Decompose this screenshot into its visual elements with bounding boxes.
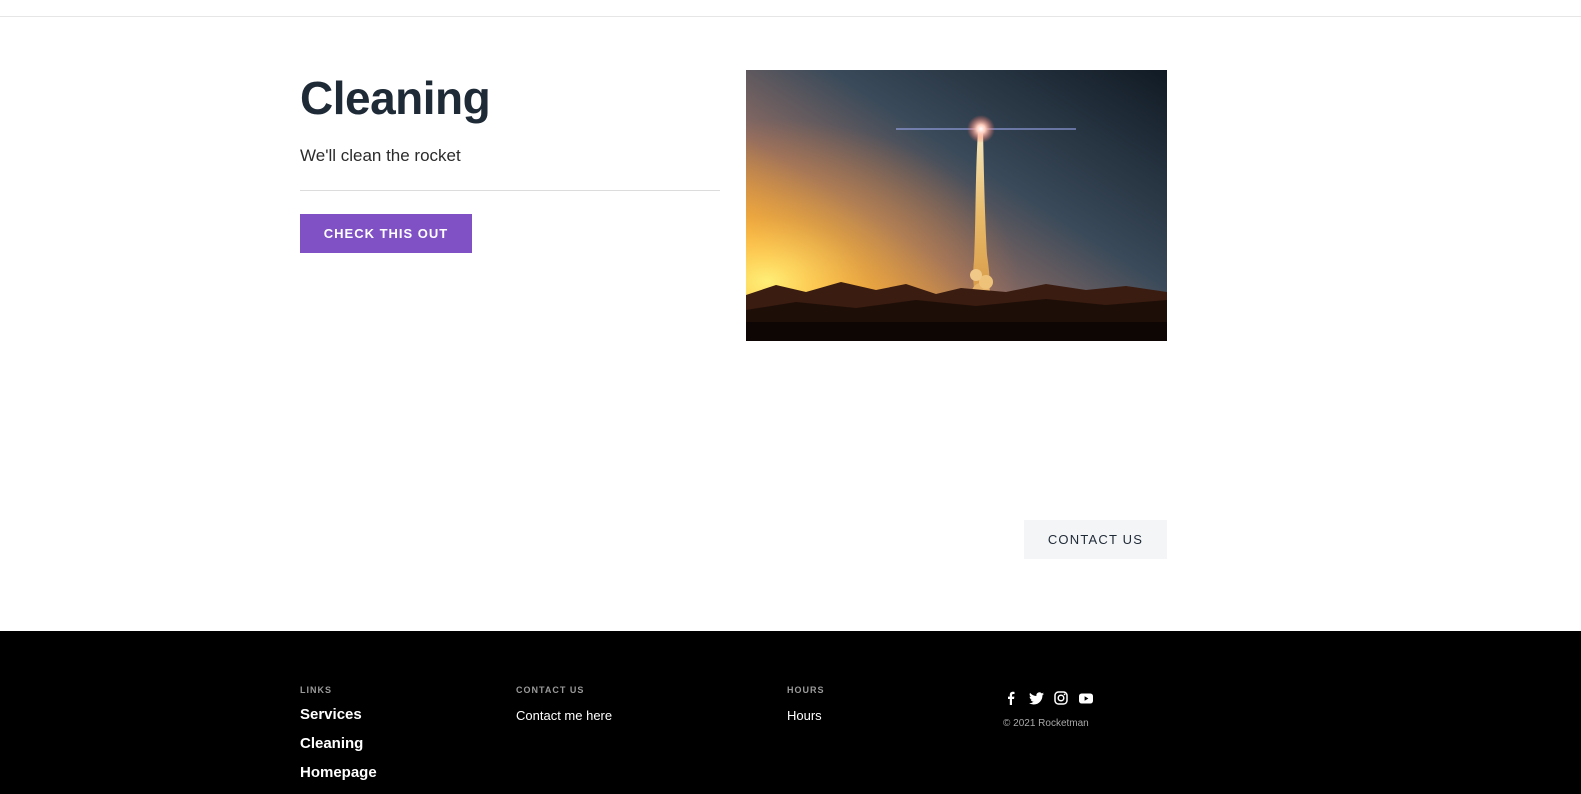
instagram-icon[interactable] <box>1053 690 1069 706</box>
footer-link-cleaning[interactable]: Cleaning <box>300 735 377 753</box>
site-footer: LINKS Services Cleaning Homepage CONTACT… <box>0 631 1581 794</box>
hero-content: Cleaning We'll clean the rocket CHECK TH… <box>300 70 720 253</box>
page-title: Cleaning <box>300 72 491 124</box>
check-this-out-button[interactable]: CHECK THIS OUT <box>300 214 472 253</box>
footer-links-heading: LINKS <box>300 685 332 695</box>
facebook-icon[interactable] <box>1003 690 1019 706</box>
footer-hours-heading: HOURS <box>787 685 825 695</box>
footer-link-contact[interactable]: Contact me here <box>516 707 612 725</box>
footer-link-hours[interactable]: Hours <box>787 707 825 725</box>
page-subtitle: We'll clean the rocket <box>300 146 461 165</box>
hero-image <box>746 70 1167 341</box>
footer-contact-column: CONTACT US Contact me here <box>516 685 612 725</box>
divider <box>300 190 720 191</box>
rocket-launch-image <box>746 70 1167 341</box>
contact-us-button[interactable]: CONTACT US <box>1024 520 1167 559</box>
footer-link-homepage[interactable]: Homepage <box>300 764 377 782</box>
header-divider <box>0 16 1581 17</box>
copyright-text: © 2021 Rocketman <box>1003 718 1089 729</box>
footer-hours-column: HOURS Hours <box>787 685 825 725</box>
social-links <box>1003 690 1094 706</box>
footer-links-column: LINKS Services Cleaning Homepage <box>300 685 377 782</box>
twitter-icon[interactable] <box>1028 690 1044 706</box>
footer-contact-heading: CONTACT US <box>516 685 585 695</box>
footer-link-services[interactable]: Services <box>300 706 377 724</box>
youtube-icon[interactable] <box>1078 690 1094 706</box>
